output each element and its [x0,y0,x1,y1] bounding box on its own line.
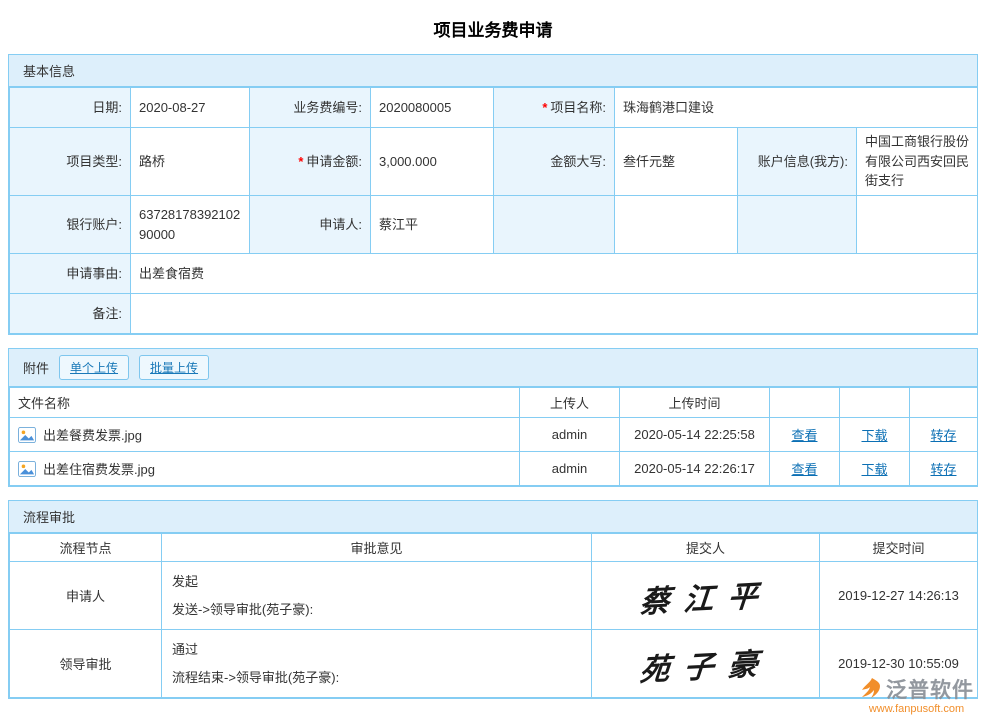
apply-amount-value: 3,000.000 [371,128,494,196]
bank-account-label: 银行账户: [10,196,131,254]
col-header-action [910,388,978,418]
approval-section: 流程审批 流程节点 审批意见 提交人 提交时间 申请人 发起 发送->领导审批(… [8,500,978,699]
approval-row: 领导审批 通过 流程结束->领导审批(苑子豪): 苑子豪 2019-12-30 … [10,630,978,698]
empty-label-cell [738,196,857,254]
remark-label: 备注: [10,294,131,334]
fee-no-label: 业务费编号: [250,88,371,128]
view-link[interactable]: 查看 [791,428,817,443]
attachments-table: 文件名称 上传人 上传时间 出差餐费发票.jpg admin 2020-05-1… [9,387,978,486]
attachment-upload-time: 2020-05-14 22:25:58 [620,418,770,452]
project-type-value: 路桥 [131,128,250,196]
required-mark: * [298,154,303,169]
attachment-row: 出差住宿费发票.jpg admin 2020-05-14 22:26:17 查看… [10,452,978,486]
approval-opinion: 通过 流程结束->领导审批(苑子豪): [162,630,592,698]
attachments-title: 附件 [23,358,49,377]
page-title: 项目业务费申请 [0,0,986,54]
basic-info-section: 基本信息 日期: 2020-08-27 业务费编号: 2020080005 *项… [8,54,978,335]
remark-value [131,294,978,334]
col-header-node: 流程节点 [10,534,162,562]
single-upload-button[interactable]: 单个上传 [59,355,129,380]
watermark-brand: 泛普软件 [886,674,974,704]
project-type-label: 项目类型: [10,128,131,196]
reason-value: 出差食宿费 [131,254,978,294]
account-info-value: 中国工商银行股份有限公司西安回民街支行 [857,128,978,196]
batch-upload-button[interactable]: 批量上传 [139,355,209,380]
attachment-filename: 出差住宿费发票.jpg [43,459,155,478]
signature-image: 蔡江平 [638,570,774,621]
apply-amount-label: *申请金额: [250,128,371,196]
fanpu-logo-icon [859,677,883,701]
signature-image: 苑子豪 [638,638,774,689]
attachment-upload-time: 2020-05-14 22:26:17 [620,452,770,486]
project-name-value: 珠海鹤港口建设 [615,88,978,128]
transfer-link[interactable]: 转存 [930,462,956,477]
empty-label-cell [494,196,615,254]
approval-title: 流程审批 [23,507,75,526]
date-label: 日期: [10,88,131,128]
basic-info-table: 日期: 2020-08-27 业务费编号: 2020080005 *项目名称: … [9,87,978,334]
project-name-label: *项目名称: [494,88,615,128]
empty-value-cell [615,196,738,254]
fanpu-watermark: 泛普软件 www.fanpusoft.com [859,674,974,715]
approval-node: 申请人 [10,562,162,630]
required-mark: * [542,100,547,115]
col-header-action [770,388,840,418]
col-header-uploader: 上传人 [520,388,620,418]
col-header-opinion: 审批意见 [162,534,592,562]
date-value: 2020-08-27 [131,88,250,128]
approval-table: 流程节点 审批意见 提交人 提交时间 申请人 发起 发送->领导审批(苑子豪):… [9,533,978,698]
reason-label: 申请事由: [10,254,131,294]
empty-value-cell [857,196,978,254]
attachment-row: 出差餐费发票.jpg admin 2020-05-14 22:25:58 查看 … [10,418,978,452]
download-link[interactable]: 下载 [861,462,887,477]
account-info-label: 账户信息(我方): [738,128,857,196]
approval-submit-time: 2019-12-27 14:26:13 [820,562,978,630]
amount-caps-label: 金额大写: [494,128,615,196]
col-header-action [840,388,910,418]
col-header-upload-time: 上传时间 [620,388,770,418]
attachment-uploader: admin [520,452,620,486]
image-file-icon [18,427,36,443]
approval-opinion: 发起 发送->领导审批(苑子豪): [162,562,592,630]
image-file-icon [18,461,36,477]
approval-node: 领导审批 [10,630,162,698]
applicant-label: 申请人: [250,196,371,254]
col-header-submit-time: 提交时间 [820,534,978,562]
fee-no-value: 2020080005 [371,88,494,128]
amount-caps-value: 叁仟元整 [615,128,738,196]
bank-account-value: 6372817839210290000 [131,196,250,254]
transfer-link[interactable]: 转存 [930,428,956,443]
attachment-filename: 出差餐费发票.jpg [43,425,142,444]
download-link[interactable]: 下载 [861,428,887,443]
basic-info-title: 基本信息 [23,61,75,80]
attachment-uploader: admin [520,418,620,452]
applicant-value: 蔡江平 [371,196,494,254]
col-header-filename: 文件名称 [10,388,520,418]
watermark-url: www.fanpusoft.com [859,703,974,715]
attachments-section: 附件 单个上传 批量上传 文件名称 上传人 上传时间 出差餐费发票.jpg ad… [8,348,978,487]
approval-row: 申请人 发起 发送->领导审批(苑子豪): 蔡江平 2019-12-27 14:… [10,562,978,630]
col-header-submitter: 提交人 [592,534,820,562]
view-link[interactable]: 查看 [791,462,817,477]
